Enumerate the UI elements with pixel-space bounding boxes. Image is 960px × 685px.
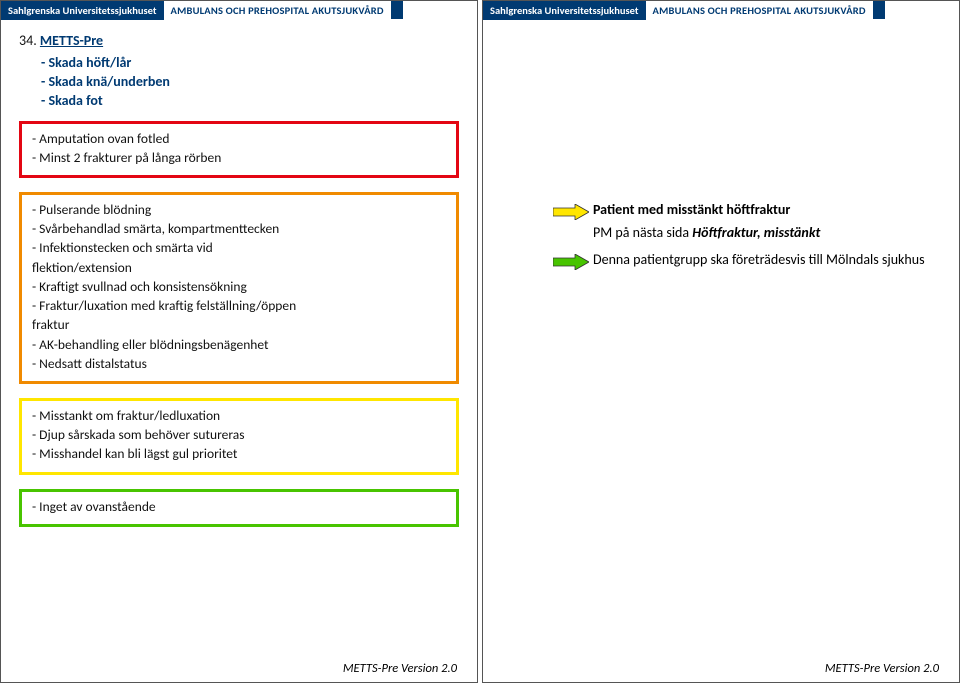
criterion: - Fraktur/luxation med kraftig felställn…: [32, 297, 446, 315]
section-title: METTS-Pre: [40, 32, 103, 49]
criterion: - Misshandel kan bli lägst gul prioritet: [32, 445, 446, 463]
criterion: - Minst 2 frakturer på långa rörben: [32, 149, 446, 167]
header-bar: Sahlgrenska Universitetssjukhuset AMBULA…: [483, 1, 959, 20]
dept-name: AMBULANS OCH PREHOSPITAL AKUTSJUKVÅRD: [646, 1, 873, 20]
page-left: Sahlgrenska Universitetssjukhuset AMBULA…: [0, 0, 478, 683]
note-line1: Patient med misstänkt höftfraktur: [593, 201, 790, 218]
criterion: fraktur: [32, 316, 446, 334]
criterion: - Misstankt om fraktur/ledluxation: [32, 407, 446, 425]
footer-version: METTS-Pre Version 2.0: [343, 661, 457, 676]
green-box: - Inget av ovanstående: [19, 489, 459, 527]
orange-box: - Pulserande blödning - Svårbehandlad sm…: [19, 192, 459, 384]
note-text-prefix: PM på nästa sida: [593, 224, 692, 241]
sub-items: - Skada höft/lår - Skada knä/underben - …: [41, 54, 459, 111]
arrow-yellow-icon: [553, 204, 593, 220]
org-name: Sahlgrenska Universitetssjukhuset: [483, 1, 646, 20]
criterion: - Nedsatt distalstatus: [32, 355, 446, 373]
red-box: - Amputation ovan fotled - Minst 2 frakt…: [19, 121, 459, 178]
criterion: - Inget av ovanstående: [32, 498, 446, 516]
sub-item: - Skada knä/underben: [41, 73, 459, 92]
note-line3: Denna patientgrupp ska företrädesvis til…: [593, 251, 925, 268]
criterion: - Djup sårskada som behöver sutureras: [32, 426, 446, 444]
arrow-green-icon: [553, 254, 593, 270]
section-title-row: 34. METTS-Pre: [19, 32, 459, 51]
page-right: Sahlgrenska Universitetssjukhuset AMBULA…: [482, 0, 960, 683]
footer-version: METTS-Pre Version 2.0: [825, 661, 939, 676]
note-line2: PM på nästa sida Höftfraktur, misstänkt: [593, 224, 945, 241]
header-cap: [873, 1, 885, 19]
yellow-box: - Misstankt om fraktur/ledluxation - Dju…: [19, 398, 459, 475]
criterion: - Svårbehandlad smärta, kompartmenttecke…: [32, 220, 446, 238]
criterion: - AK-behandling eller blödningsbenägenhe…: [32, 336, 446, 354]
right-content: Patient med misstänkt höftfraktur PM på …: [553, 201, 945, 274]
criterion: - Infektionstecken och smärta vid: [32, 239, 446, 257]
header-cap: [391, 1, 403, 19]
criterion: - Pulserande blödning: [32, 201, 446, 219]
header-bar: Sahlgrenska Universitetssjukhuset AMBULA…: [1, 1, 477, 20]
criterion: - Amputation ovan fotled: [32, 130, 446, 148]
note-text-emph: Höftfraktur, misstänkt: [692, 224, 820, 241]
org-name: Sahlgrenska Universitetssjukhuset: [1, 1, 164, 20]
left-content: 34. METTS-Pre - Skada höft/lår - Skada k…: [1, 20, 477, 527]
sub-item: - Skada höft/lår: [41, 54, 459, 73]
criterion: - Kraftigt svullnad och konsistensökning: [32, 278, 446, 296]
dept-name: AMBULANS OCH PREHOSPITAL AKUTSJUKVÅRD: [164, 1, 391, 20]
section-number: 34.: [19, 32, 37, 49]
sub-item: - Skada fot: [41, 92, 459, 111]
criterion: flektion/extension: [32, 259, 446, 277]
